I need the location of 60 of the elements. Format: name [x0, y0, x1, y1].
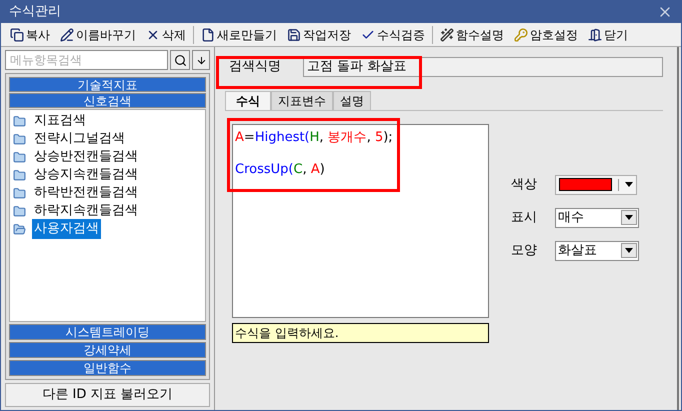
toolbar-button[interactable]: 암호설정: [509, 24, 583, 44]
section-header[interactable]: 신호검색: [9, 93, 206, 108]
tab[interactable]: 설명: [333, 91, 371, 110]
field-label: 검색식명: [228, 58, 281, 76]
folder-icon: [12, 168, 27, 182]
window-title: 수식관리: [9, 3, 61, 22]
tree-item[interactable]: 상승지속캔들검색: [32, 165, 140, 185]
key-icon: [514, 28, 528, 42]
folder-icon: [12, 222, 27, 236]
down-button[interactable]: [192, 50, 210, 70]
section-header[interactable]: 기술적지표: [9, 77, 206, 92]
tab[interactable]: 지표변수: [271, 91, 333, 110]
load-button[interactable]: 다른 ID 지표 불러오기: [5, 383, 210, 407]
wand-icon: [440, 28, 454, 42]
save-icon: [287, 28, 301, 42]
toolbar-button[interactable]: 닫기: [583, 24, 633, 44]
tree-item[interactable]: 하락지속캔들검색: [32, 201, 140, 221]
toolbar-button[interactable]: 함수설명: [435, 24, 509, 44]
tree-item[interactable]: 상승반전캔들검색: [32, 147, 140, 167]
document-icon: [201, 28, 215, 42]
code-line: A=Highest(H, 봉개수, 5);: [235, 129, 394, 146]
door-icon: [588, 28, 602, 42]
hint-text: 수식을 입력하세요.: [232, 323, 489, 343]
section-header[interactable]: 강세약세: [9, 342, 206, 358]
dropdown-arrow-icon: [625, 182, 633, 187]
color-picker[interactable]: [555, 174, 637, 194]
search-icon: [174, 54, 186, 66]
tree-item[interactable]: 하락반전캔들검색: [32, 183, 140, 203]
tab[interactable]: 수식: [225, 91, 271, 110]
toolbar-button[interactable]: 이름바꾸기: [55, 24, 141, 44]
code-line: CrossUp(C, A): [235, 161, 326, 178]
toolbar-button[interactable]: 새로만들기: [196, 24, 282, 44]
folder-icon: [12, 186, 27, 200]
dropdown-arrow-icon: [625, 215, 633, 220]
option-label: 색상: [511, 176, 538, 194]
pencil-icon: [60, 28, 74, 42]
search-field[interactable]: 메뉴항목검색: [5, 50, 168, 70]
dropdown[interactable]: 화살표: [555, 240, 639, 260]
folder-icon: [12, 132, 27, 146]
folder-icon: [12, 204, 27, 218]
section-header[interactable]: 일반함수: [9, 360, 206, 376]
section-header[interactable]: 시스템트레이딩: [9, 324, 206, 340]
folder-icon: [12, 114, 27, 128]
option-label: 표시: [511, 208, 538, 227]
folder-icon: [12, 150, 27, 164]
toolbar-button[interactable]: 수식검증: [356, 24, 430, 44]
toolbar-button[interactable]: 삭제: [141, 24, 191, 44]
dropdown[interactable]: 매수: [555, 208, 639, 228]
down-arrow-icon: [196, 54, 206, 66]
code-editor[interactable]: A=Highest(H, 봉개수, 5); CrossUp(C, A): [232, 124, 489, 318]
tree-item[interactable]: 지표검색: [32, 111, 88, 131]
toolbar-button[interactable]: 작업저장: [282, 24, 356, 44]
tree-item[interactable]: 사용자검색: [32, 219, 101, 239]
name-field[interactable]: 고점 돌파 화살표: [303, 57, 663, 77]
tree-item[interactable]: 전략시그널검색: [32, 129, 127, 149]
search-button[interactable]: [170, 50, 190, 70]
option-label: 모양: [511, 242, 538, 260]
copy-icon: [10, 28, 24, 42]
dropdown-arrow-icon: [625, 248, 633, 253]
toolbar-button[interactable]: 복사: [5, 24, 55, 44]
